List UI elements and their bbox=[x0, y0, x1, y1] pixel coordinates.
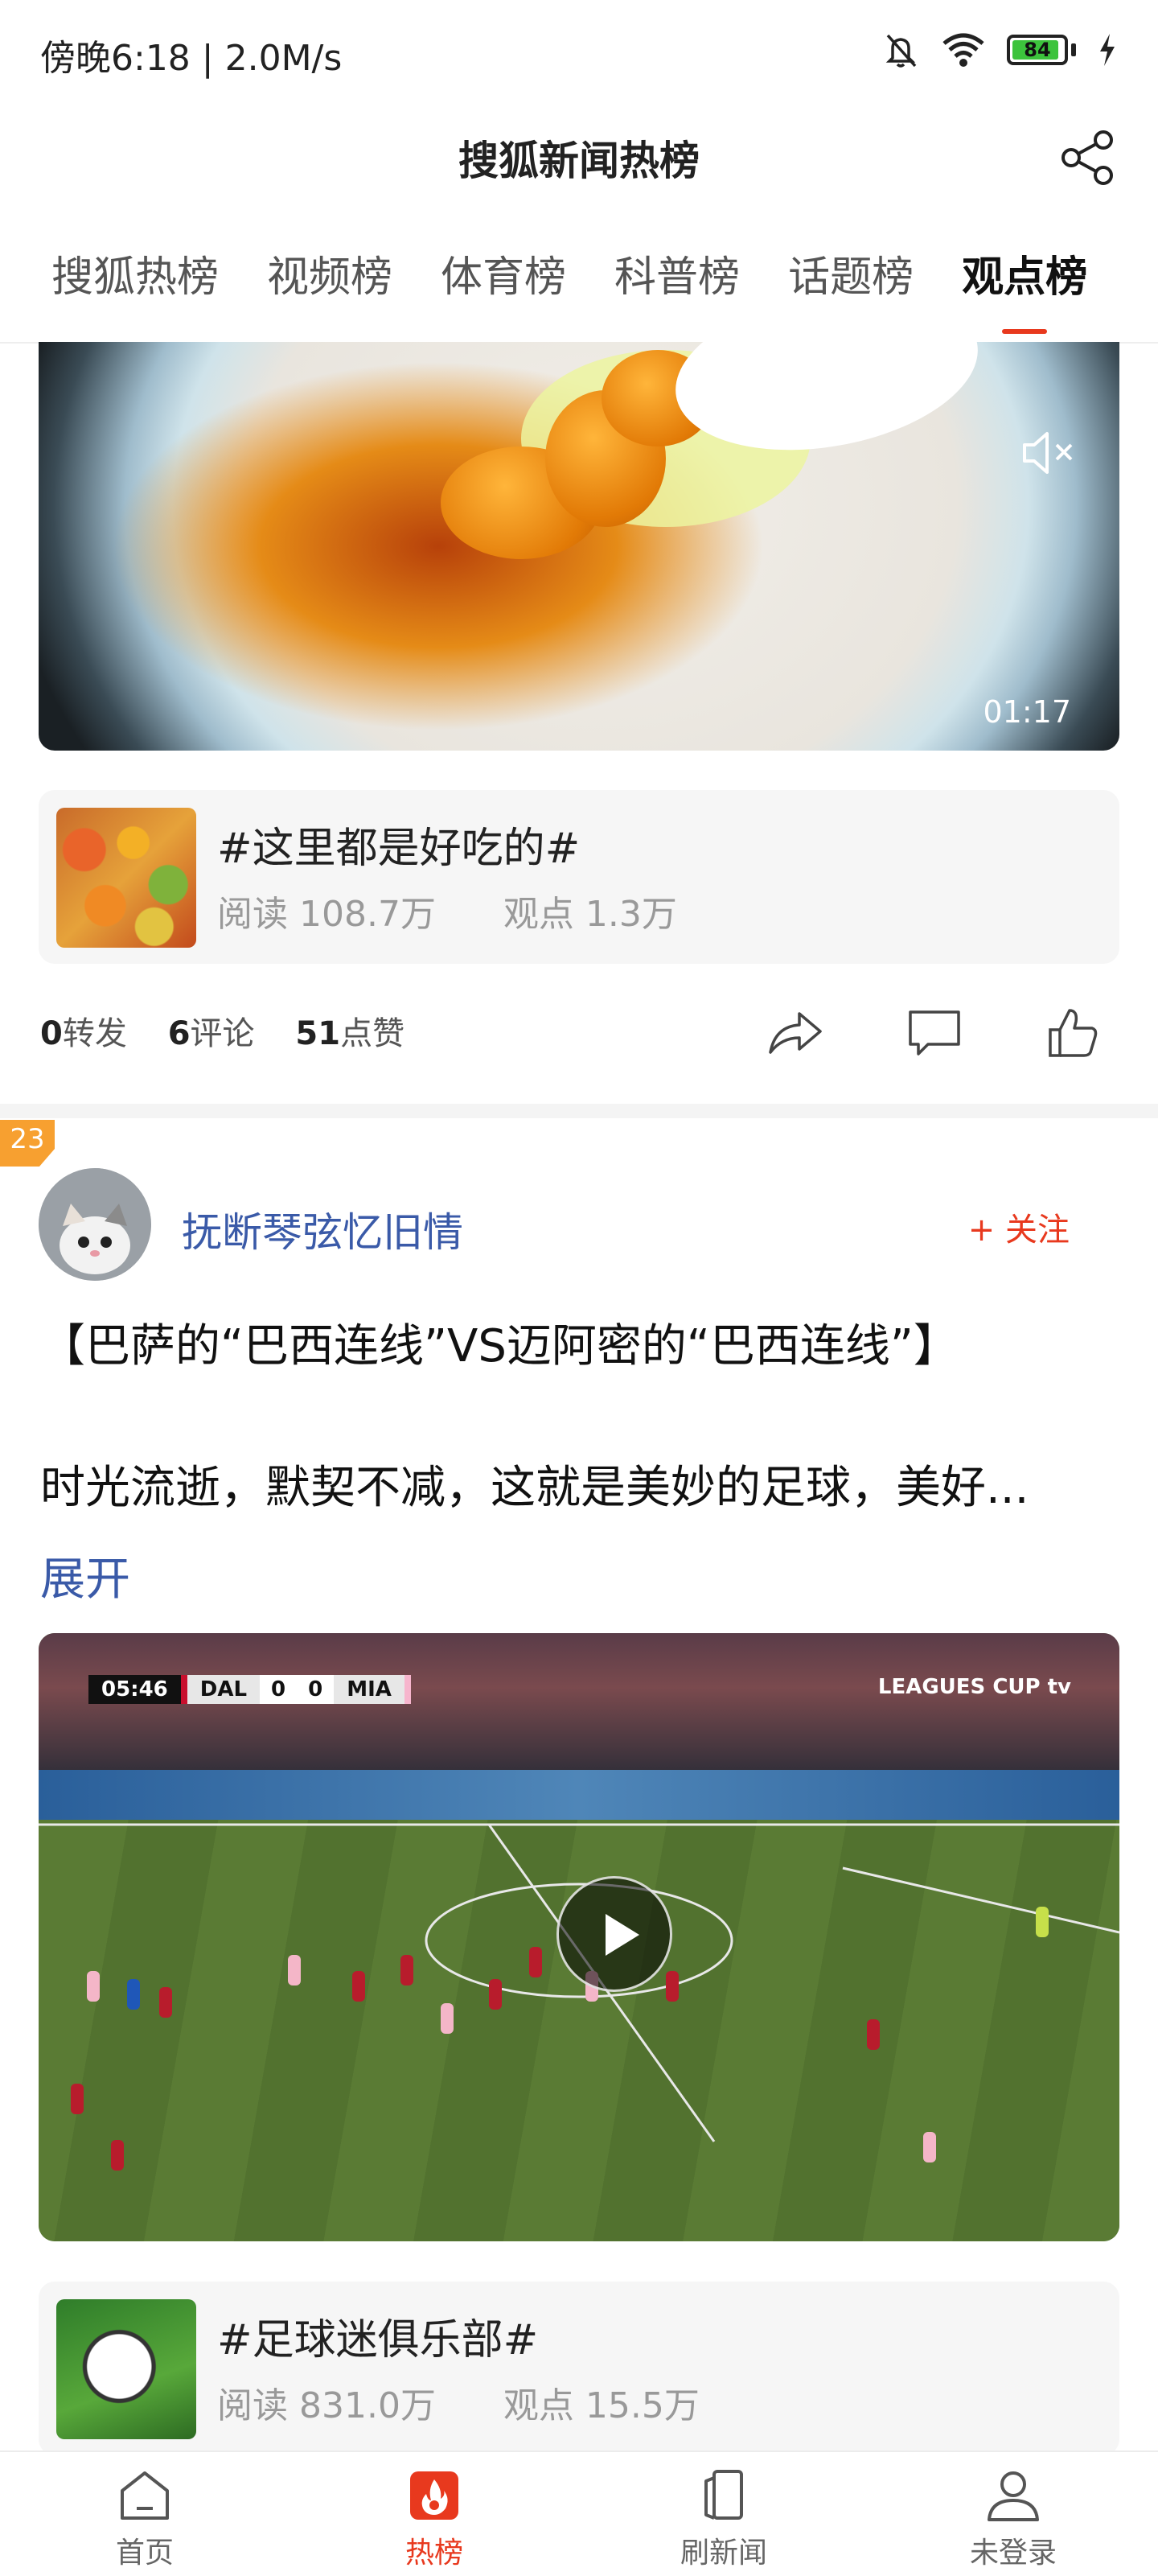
nav-hot-label: 热榜 bbox=[404, 2537, 463, 2570]
nav-account[interactable]: 未登录 bbox=[868, 2452, 1158, 2576]
topic-card[interactable]: #这里都是好吃的# 阅读 108.7万 观点 1.3万 bbox=[39, 790, 1119, 964]
tab-sohu-hot[interactable]: 搜狐热榜 bbox=[27, 225, 243, 342]
post-stats: 0转发 6评论 51点赞 bbox=[40, 1007, 404, 1054]
nav-browse-news[interactable]: 刷新闻 bbox=[579, 2452, 868, 2576]
score-away: 0 bbox=[297, 1675, 335, 1704]
video-duration: 01:17 bbox=[983, 694, 1071, 730]
status-bar: 傍晚6:18 | 2.0M/s 84 bbox=[0, 0, 1158, 105]
home-icon bbox=[121, 2471, 169, 2520]
nav-account-label: 未登录 bbox=[969, 2537, 1057, 2570]
hot-flame-icon bbox=[410, 2471, 458, 2520]
charging-icon bbox=[1100, 34, 1115, 66]
battery-cap bbox=[1071, 43, 1076, 56]
avatar[interactable] bbox=[39, 1168, 151, 1281]
player-figure bbox=[666, 1971, 679, 2002]
nav-hot[interactable]: 热榜 bbox=[290, 2452, 579, 2576]
expand-link[interactable]: 展开 bbox=[40, 1543, 130, 1608]
topic-thumbnail bbox=[56, 2299, 196, 2439]
section-divider bbox=[0, 1104, 1158, 1118]
stats-spacer bbox=[127, 1015, 168, 1052]
soccer-video-player[interactable]: 05:46 DAL 0 0 MIA LEAGUES CUP tv bbox=[39, 1633, 1119, 2241]
player-figure bbox=[489, 1979, 502, 2010]
nav-home-label: 首页 bbox=[115, 2537, 174, 2570]
ranking-tabs: 搜狐热榜 视频榜 体育榜 科普榜 话题榜 观点榜 bbox=[0, 225, 1158, 342]
comments-count: 6 bbox=[167, 1015, 191, 1052]
meta-spacer bbox=[436, 894, 503, 935]
tab-opinions[interactable]: 观点榜 bbox=[938, 225, 1111, 342]
player-figure bbox=[127, 1979, 140, 2010]
app-header: 搜狐新闻热榜 bbox=[0, 105, 1158, 209]
nav-browse-label: 刷新闻 bbox=[680, 2537, 767, 2570]
follow-button[interactable]: + 关注 bbox=[968, 1204, 1070, 1250]
tab-science[interactable]: 科普榜 bbox=[590, 225, 764, 342]
tab-sports[interactable]: 体育榜 bbox=[417, 225, 590, 342]
tab-topics[interactable]: 话题榜 bbox=[764, 225, 938, 342]
post-title[interactable]: 【巴萨的“巴西连线”VS迈阿密的“巴西连线”】 bbox=[40, 1310, 959, 1375]
pitch-lines bbox=[39, 1823, 1119, 2142]
page-title: 搜狐新闻热榜 bbox=[458, 138, 700, 184]
topic-meta: 阅读 108.7万 观点 1.3万 bbox=[217, 885, 677, 936]
mute-icon[interactable] bbox=[1018, 422, 1079, 484]
player-figure bbox=[867, 2019, 880, 2050]
player-figure bbox=[288, 1955, 301, 1985]
player-figure bbox=[71, 2084, 84, 2114]
scoreboard: 05:46 DAL 0 0 MIA bbox=[88, 1675, 411, 1704]
player-figure bbox=[111, 2140, 124, 2171]
meta-spacer bbox=[436, 2385, 503, 2426]
tab-video[interactable]: 视频榜 bbox=[243, 225, 417, 342]
author-name[interactable]: 抚断琴弦忆旧情 bbox=[182, 1200, 463, 1258]
team-home: DAL bbox=[180, 1675, 261, 1704]
status-icons: 84 bbox=[881, 31, 1118, 69]
player-figure bbox=[1036, 1907, 1049, 1937]
cat-avatar-image bbox=[39, 1168, 151, 1281]
stats-spacer bbox=[255, 1015, 296, 1052]
mute-bell-icon bbox=[885, 34, 917, 68]
team-away: MIA bbox=[334, 1675, 411, 1704]
score-home: 0 bbox=[260, 1675, 298, 1704]
cooking-video-player[interactable]: 01:17 bbox=[39, 342, 1119, 751]
forward-icon[interactable] bbox=[764, 1002, 825, 1064]
bottom-navigation: 首页 热榜 刷新闻 未登录 bbox=[0, 2450, 1158, 2576]
play-button[interactable] bbox=[556, 1876, 672, 1992]
player-figure bbox=[87, 1971, 100, 2002]
user-icon bbox=[988, 2471, 1039, 2521]
soccer-pitch bbox=[39, 1820, 1119, 2241]
topic-reads: 阅读 831.0万 bbox=[217, 2385, 436, 2426]
player-figure bbox=[923, 2132, 936, 2162]
match-clock: 05:46 bbox=[88, 1675, 181, 1704]
stadium-adboard bbox=[39, 1770, 1119, 1820]
likes-label: 点赞 bbox=[340, 1015, 405, 1052]
shares-label: 转发 bbox=[62, 1015, 127, 1052]
player-figure bbox=[400, 1955, 413, 1985]
status-time: 傍晚6:18 | 2.0M/s bbox=[40, 38, 343, 79]
comment-icon[interactable] bbox=[904, 1002, 965, 1064]
topic-title: #足球迷俱乐部# bbox=[217, 2316, 539, 2364]
likes-count: 51 bbox=[295, 1015, 341, 1052]
topic-views: 观点 1.3万 bbox=[503, 894, 677, 935]
like-thumb-icon[interactable] bbox=[1042, 1002, 1103, 1064]
topic-meta: 阅读 831.0万 观点 15.5万 bbox=[217, 2376, 700, 2428]
player-figure bbox=[159, 1987, 172, 2018]
battery-level: 84 bbox=[1024, 39, 1051, 61]
player-figure bbox=[352, 1971, 365, 2002]
post-body[interactable]: 时光流逝，默契不减，这就是美妙的足球，美好... bbox=[40, 1451, 1118, 1516]
topic-thumbnail bbox=[56, 808, 196, 948]
topic-views: 观点 15.5万 bbox=[503, 2385, 700, 2426]
comments-label: 评论 bbox=[190, 1015, 255, 1052]
topic-title: #这里都是好吃的# bbox=[217, 825, 581, 873]
topic-reads: 阅读 108.7万 bbox=[217, 894, 436, 935]
topic-card[interactable]: #足球迷俱乐部# 阅读 831.0万 观点 15.5万 bbox=[39, 2282, 1119, 2455]
shares-count: 0 bbox=[40, 1015, 63, 1052]
wifi-icon bbox=[942, 33, 984, 67]
player-figure bbox=[441, 2003, 454, 2034]
player-figure bbox=[529, 1947, 542, 1977]
rank-badge: 23 bbox=[0, 1120, 55, 1167]
battery-icon: 84 bbox=[1007, 35, 1068, 65]
share-icon[interactable] bbox=[1057, 127, 1118, 188]
broadcast-logo: LEAGUES CUP tv bbox=[877, 1675, 1071, 1699]
cards-icon bbox=[704, 2470, 743, 2520]
nav-home[interactable]: 首页 bbox=[0, 2452, 290, 2576]
